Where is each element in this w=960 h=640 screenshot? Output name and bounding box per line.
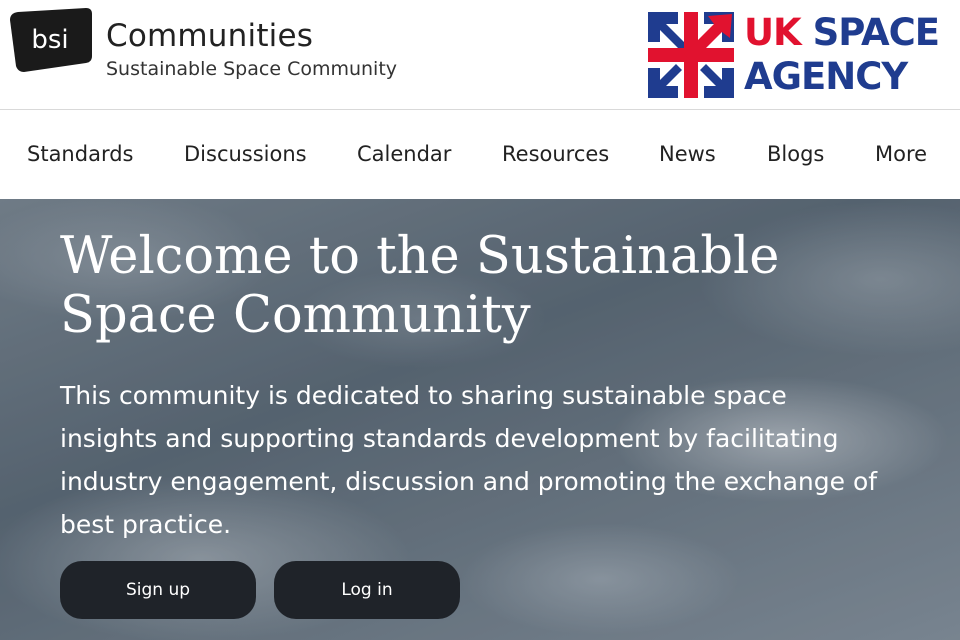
uk-space-agency-line1: UK SPACE <box>744 11 940 54</box>
nav-item-calendar[interactable]: Calendar <box>357 142 451 166</box>
uk-space-agency-uk: UK <box>744 11 802 54</box>
nav-item-blogs[interactable]: Blogs <box>767 142 824 166</box>
uk-space-agency-space: SPACE <box>812 11 940 54</box>
uk-space-agency-line2: AGENCY <box>744 55 908 98</box>
bsi-logo-text: bsi <box>31 25 68 55</box>
hero-title: Welcome to the Sustainable Space Communi… <box>60 227 780 345</box>
site-subtitle: Sustainable Space Community <box>106 58 398 80</box>
log-in-button[interactable]: Log in <box>274 561 460 619</box>
hero-description: This community is dedicated to sharing s… <box>60 381 878 539</box>
bsi-logo[interactable]: bsi <box>10 8 94 72</box>
nav-item-standards[interactable]: Standards <box>27 142 133 166</box>
nav-item-resources[interactable]: Resources <box>502 142 609 166</box>
site-title[interactable]: Communities <box>106 18 313 54</box>
main-nav: Standards Discussions Calendar Resources… <box>0 111 960 199</box>
uk-space-agency-logo[interactable]: UK SPACE AGENCY <box>648 12 948 98</box>
nav-item-news[interactable]: News <box>659 142 716 166</box>
union-flag-arrow-icon <box>648 12 734 98</box>
hero-banner: Welcome to the Sustainable Space Communi… <box>0 199 960 640</box>
nav-item-more[interactable]: More <box>875 142 927 166</box>
sign-up-button[interactable]: Sign up <box>60 561 256 619</box>
site-header: bsi Communities Sustainable Space Commun… <box>0 0 960 110</box>
nav-item-discussions[interactable]: Discussions <box>184 142 307 166</box>
